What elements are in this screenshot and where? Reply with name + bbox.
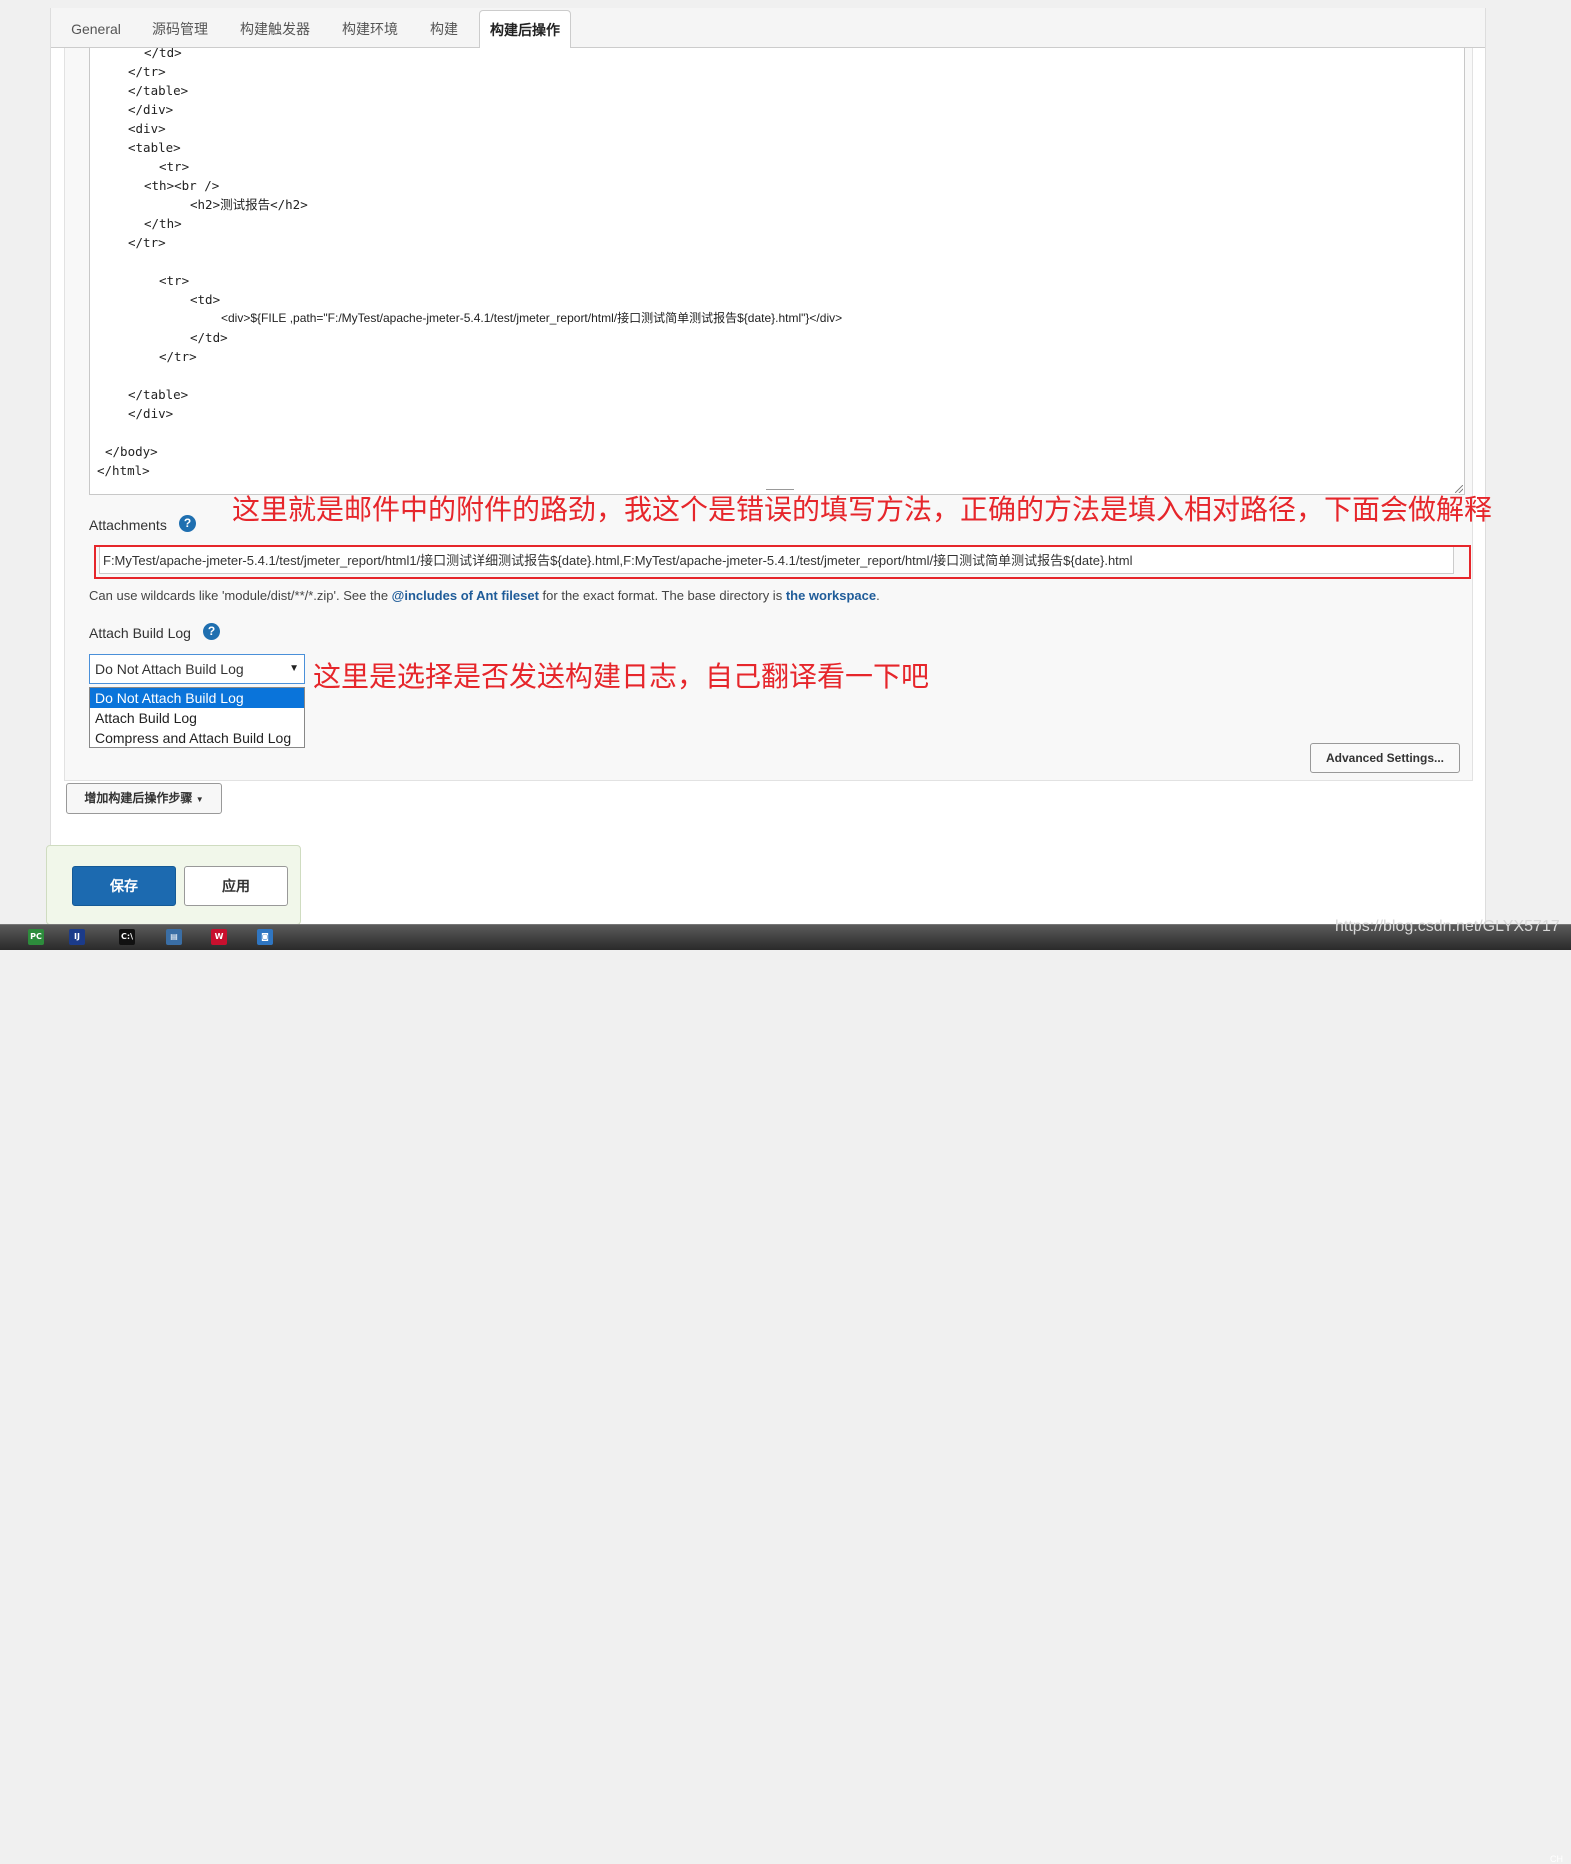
attach-build-log-select[interactable]: Do Not Attach Build Log ▼ — [89, 654, 305, 684]
attachments-highlight-box — [94, 545, 1471, 579]
code-line: <tr> — [159, 273, 190, 288]
code-line: </th> — [144, 216, 182, 231]
add-post-build-step-button[interactable]: 增加构建后操作步骤 ▼ — [66, 783, 222, 814]
code-line: </html> — [97, 463, 150, 478]
code-line: </tr> — [159, 349, 197, 364]
code-line: <td> — [190, 292, 221, 307]
wps-icon[interactable]: W — [211, 929, 227, 945]
code-line: </td> — [190, 330, 228, 345]
workspace-link[interactable]: the workspace — [786, 588, 876, 603]
add-step-label: 增加构建后操作步骤 — [84, 791, 193, 805]
tab-post-build-actions[interactable]: 构建后操作 — [479, 10, 571, 49]
tab-source-management[interactable]: 源码管理 — [141, 10, 219, 46]
select-value: Do Not Attach Build Log — [95, 661, 244, 677]
code-line: </body> — [105, 444, 158, 459]
pycharm-icon[interactable]: PC — [28, 929, 44, 945]
remote-desktop-icon[interactable]: ◙ — [257, 929, 273, 945]
tab-build[interactable]: 构建 — [421, 10, 467, 46]
code-line: </table> — [128, 387, 189, 402]
code-line: <div> — [128, 121, 166, 136]
option-do-not-attach[interactable]: Do Not Attach Build Log — [90, 688, 304, 708]
apply-button[interactable]: 应用 — [184, 866, 288, 906]
option-attach[interactable]: Attach Build Log — [90, 708, 304, 728]
attachments-label: Attachments — [89, 517, 167, 533]
code-line: <h2>测试报告</h2> — [190, 197, 308, 212]
code-line: </div> — [128, 102, 174, 117]
build-log-annotation: 这里是选择是否发送构建日志，自己翻译看一下吧 — [313, 660, 930, 693]
intellij-icon[interactable]: IJ — [69, 929, 85, 945]
build-log-help-icon[interactable]: ? — [203, 623, 220, 640]
code-line: <tr> — [159, 159, 190, 174]
main-panel: General 源码管理 构建触发器 构建环境 构建 构建后操作 </td> <… — [50, 8, 1486, 924]
code-line: <table> — [128, 140, 181, 155]
attachments-help-icon[interactable]: ? — [179, 515, 196, 532]
attachments-annotation: 这里就是邮件中的附件的路劲，我这个是错误的填写方法，正确的方法是填入相对路径，下… — [232, 493, 1493, 526]
email-content-textarea[interactable]: </td> </tr> </table> </div> <div> <table… — [89, 48, 1465, 495]
input-method-indicator[interactable]: CH — [1550, 1854, 1563, 1864]
cmd-icon[interactable]: C:\ — [119, 929, 135, 945]
hint-text: . — [876, 588, 880, 603]
build-log-dropdown: Do Not Attach Build Log Attach Build Log… — [89, 687, 305, 748]
code-line: </td> — [144, 48, 182, 60]
caret-down-icon: ▼ — [195, 795, 204, 804]
attach-build-log-label: Attach Build Log — [89, 625, 191, 641]
watermark: https://blog.csdn.net/GLYX5717 — [1335, 918, 1560, 935]
ant-fileset-link[interactable]: @includes of Ant fileset — [392, 588, 539, 603]
dropdown-arrow-icon: ▼ — [289, 663, 299, 674]
code-line: </tr> — [128, 64, 166, 79]
window-icon[interactable]: ▤ — [166, 929, 182, 945]
code-line: </div> — [128, 406, 174, 421]
code-line: <th><br /> — [144, 178, 220, 193]
tab-build-triggers[interactable]: 构建触发器 — [231, 10, 319, 46]
code-line: </tr> — [128, 235, 166, 250]
option-compress-attach[interactable]: Compress and Attach Build Log — [90, 728, 304, 748]
config-tabbar: General 源码管理 构建触发器 构建环境 构建 构建后操作 — [51, 8, 1485, 49]
attachments-hint: Can use wildcards like 'module/dist/**/*… — [89, 588, 880, 603]
code-line: </table> — [128, 83, 189, 98]
form-action-bar: 保存 应用 — [46, 845, 301, 925]
hint-text: for the exact format. The base directory… — [538, 588, 786, 603]
code-line: <div>${FILE ,path="F:/MyTest/apache-jmet… — [221, 311, 843, 325]
tab-general[interactable]: General — [63, 10, 129, 46]
tab-build-environment[interactable]: 构建环境 — [331, 10, 409, 46]
advanced-settings-button[interactable]: Advanced Settings... — [1310, 743, 1460, 773]
hint-text: Can use wildcards like 'module/dist/**/*… — [89, 588, 392, 603]
save-button[interactable]: 保存 — [72, 866, 176, 906]
